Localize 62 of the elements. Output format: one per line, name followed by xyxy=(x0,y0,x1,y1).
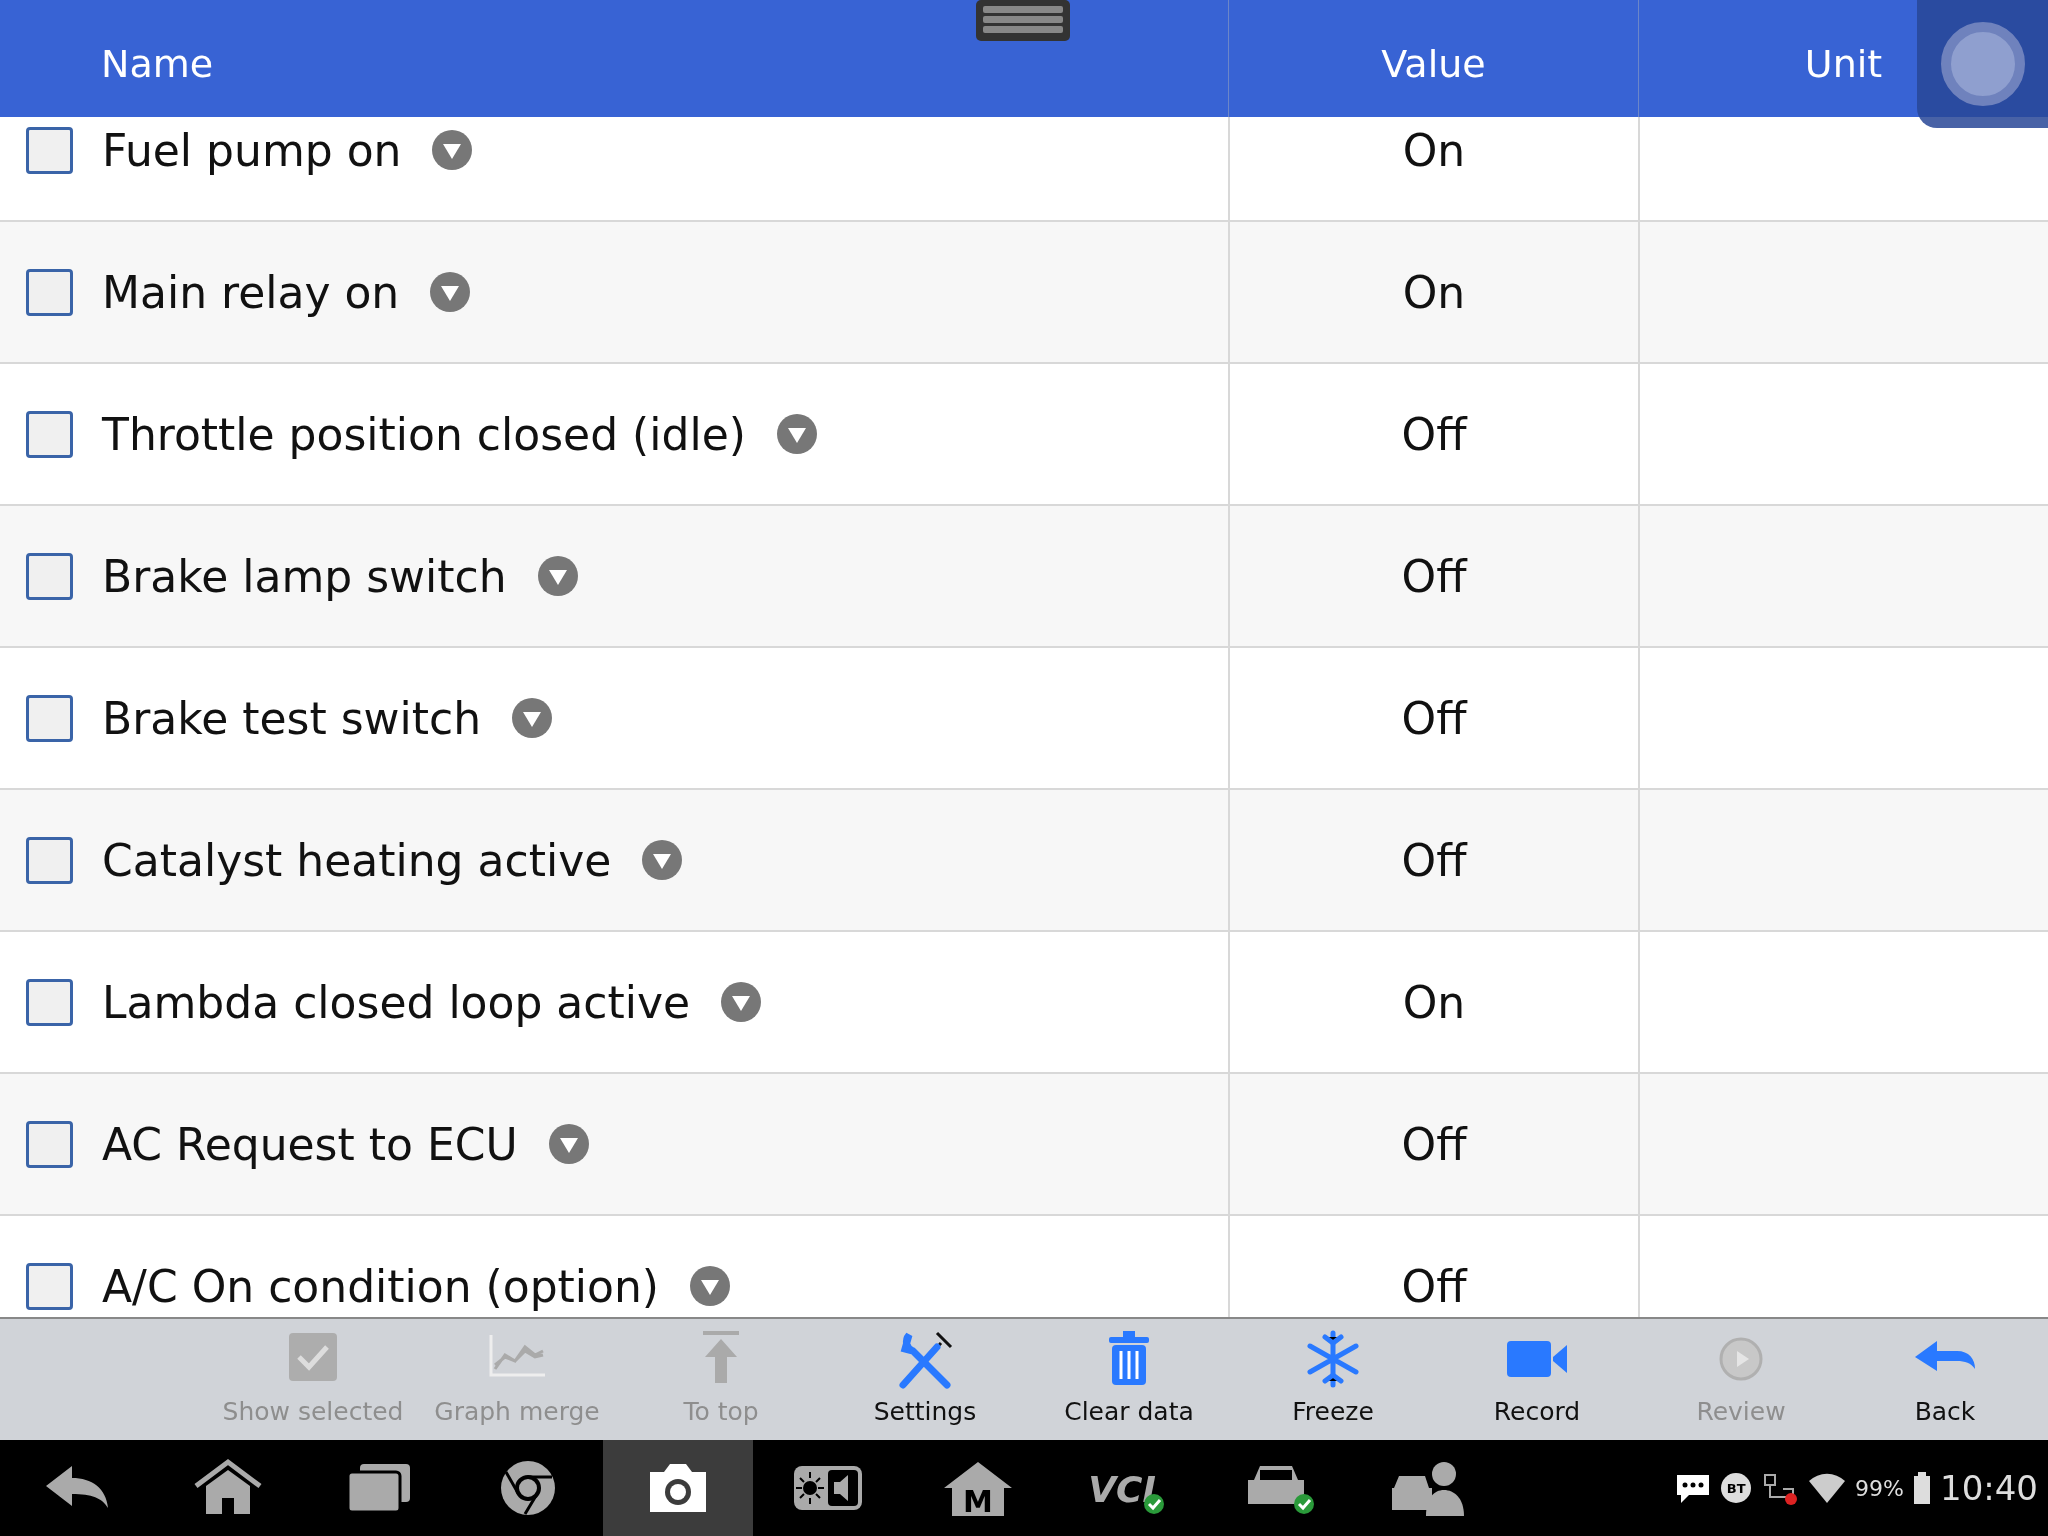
toolbar-button[interactable]: Settings xyxy=(823,1319,1027,1440)
clock-time: 10:40 xyxy=(1940,1468,2038,1508)
checkbox[interactable] xyxy=(26,126,73,174)
parameter-value: Off xyxy=(1401,692,1467,744)
drag-handle-icon[interactable] xyxy=(975,0,1071,42)
parameter-name: Lambda closed loop active xyxy=(102,976,691,1028)
dropdown-icon[interactable] xyxy=(536,555,579,597)
nav-button[interactable]: VCI xyxy=(1053,1440,1203,1536)
bluetooth-badge: BT xyxy=(1721,1473,1752,1503)
parameter-value: On xyxy=(1402,976,1466,1028)
wifi-icon xyxy=(1807,1471,1848,1505)
checkbox[interactable] xyxy=(26,268,73,316)
parameter-name: Throttle position closed (idle) xyxy=(102,408,746,460)
battery-percent: 99% xyxy=(1855,1475,1904,1501)
dropdown-icon[interactable] xyxy=(775,413,818,455)
assistive-touch-button[interactable] xyxy=(1917,0,2048,128)
checkbox[interactable] xyxy=(26,1120,73,1168)
toolbar-button[interactable]: Clear data xyxy=(1027,1319,1231,1440)
battery-icon xyxy=(1912,1471,1932,1505)
parameter-name: A/C On condition (option) xyxy=(102,1260,660,1312)
parameter-value: Off xyxy=(1401,1260,1467,1312)
parameter-value: Off xyxy=(1401,408,1467,460)
parameter-value: Off xyxy=(1401,1118,1467,1170)
parameter-name: Main relay on xyxy=(102,266,400,318)
column-header: Unit xyxy=(1804,41,1883,86)
checkbox[interactable] xyxy=(26,836,73,884)
parameter-name: AC Request to ECU xyxy=(102,1118,518,1170)
table-row[interactable]: Throttle position closed (idle) Off xyxy=(0,364,2048,506)
parameter-value: On xyxy=(1402,124,1466,176)
checkbox[interactable] xyxy=(26,410,73,458)
dropdown-icon[interactable] xyxy=(641,839,684,881)
parameter-name: Catalyst heating active xyxy=(102,834,612,886)
column-header: Name xyxy=(101,41,214,86)
parameter-value: Off xyxy=(1401,834,1467,886)
parameter-value: On xyxy=(1402,266,1466,318)
table-row[interactable]: Brake test switch Off xyxy=(0,648,2048,790)
table-row[interactable]: AC Request to ECU Off xyxy=(0,1074,2048,1216)
nav-button[interactable]: M xyxy=(903,1440,1053,1536)
checkbox[interactable] xyxy=(26,694,73,742)
dropdown-icon[interactable] xyxy=(431,129,474,171)
toolbar-button[interactable]: Record xyxy=(1435,1319,1639,1440)
table-row[interactable]: Main relay on On xyxy=(0,222,2048,364)
dropdown-icon[interactable] xyxy=(429,271,472,313)
column-header: Value xyxy=(1381,41,1486,86)
parameter-value: Off xyxy=(1401,550,1467,602)
checkbox[interactable] xyxy=(26,552,73,600)
dropdown-icon[interactable] xyxy=(720,981,763,1023)
parameter-name: Fuel pump on xyxy=(102,124,402,176)
nav-button[interactable] xyxy=(603,1440,753,1536)
dropdown-icon[interactable] xyxy=(511,697,554,739)
parameter-name: Brake test switch xyxy=(102,692,482,744)
table-row[interactable]: Catalyst heating active Off xyxy=(0,790,2048,932)
table-row[interactable]: Brake lamp switch Off xyxy=(0,506,2048,648)
toolbar-button[interactable]: Freeze xyxy=(1231,1319,1435,1440)
dropdown-icon[interactable] xyxy=(547,1123,590,1165)
parameter-name: Brake lamp switch xyxy=(102,550,507,602)
table-row[interactable]: Fuel pump on On xyxy=(0,117,2048,222)
toolbar-button[interactable]: Back xyxy=(1843,1319,2047,1440)
table-row[interactable]: Lambda closed loop active On xyxy=(0,932,2048,1074)
checkbox[interactable] xyxy=(26,978,73,1026)
dropdown-icon[interactable] xyxy=(689,1265,732,1307)
checkbox[interactable] xyxy=(26,1262,73,1310)
